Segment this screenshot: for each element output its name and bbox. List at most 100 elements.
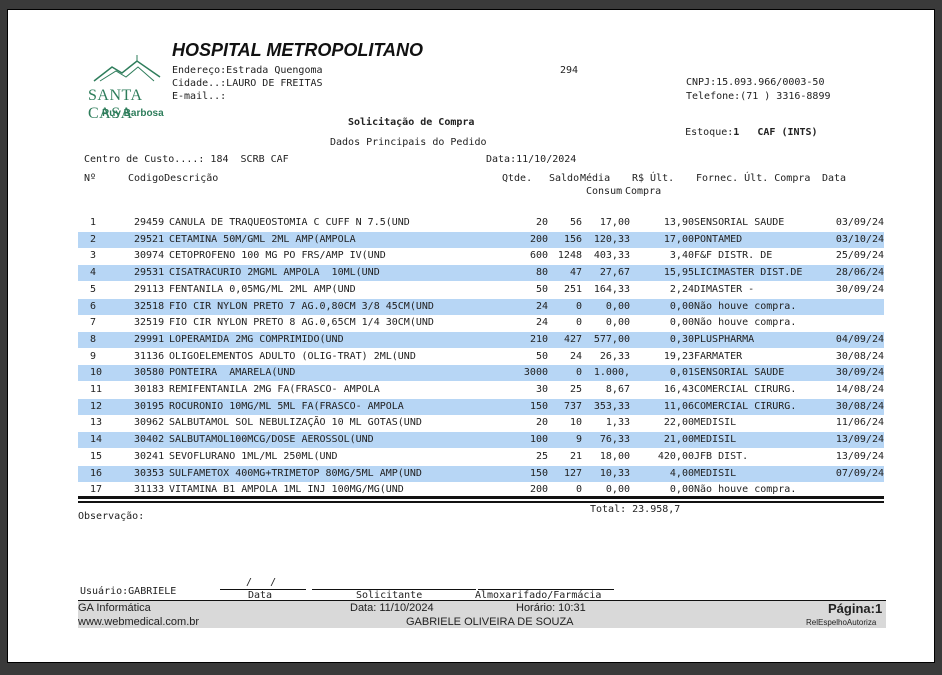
footer-site: www.webmedical.com.br bbox=[78, 616, 200, 628]
row-supplier: MEDISIL bbox=[694, 417, 737, 429]
row-code: 30402 bbox=[134, 434, 165, 446]
mountain-logo-icon bbox=[93, 55, 161, 82]
hospital-logo: SANTA CASA Ruy Barbosa bbox=[88, 55, 168, 135]
table-row: 8 29991 LOPERAMIDA 2MG COMPRIMIDO(UND 210 42… bbox=[78, 331, 884, 348]
row-date: 28/06/24 bbox=[835, 267, 884, 279]
col-date: Data bbox=[822, 173, 847, 184]
row-balance: 1248 bbox=[557, 250, 582, 262]
row-date: 30/08/24 bbox=[835, 400, 884, 412]
row-supplier: PONTAMED bbox=[694, 233, 743, 245]
row-date: 30/09/24 bbox=[835, 367, 884, 379]
row-number: 11 bbox=[90, 384, 103, 395]
row-date: 14/08/24 bbox=[835, 384, 884, 395]
row-description: PONTEIRA AMARELA(UND bbox=[169, 367, 296, 379]
row-code: 30183 bbox=[134, 384, 165, 395]
table-row: 16 30353 SULFAMETOX 400MG+TRIMETOP 80MG/5M… bbox=[78, 465, 884, 482]
row-supplier: SENSORIAL SAUDE bbox=[694, 217, 785, 228]
row-balance: 251 bbox=[563, 283, 582, 295]
row-balance: 0 bbox=[575, 300, 582, 312]
row-code: 30241 bbox=[134, 450, 165, 462]
row-supplier: MEDISIL bbox=[694, 434, 737, 446]
row-code: 31136 bbox=[134, 350, 165, 362]
row-supplier: SENSORIAL SAUDE bbox=[694, 367, 785, 379]
row-last-price: 15,95 bbox=[663, 267, 694, 279]
logo-subtitle: Ruy Barbosa bbox=[102, 108, 164, 119]
row-balance: 9 bbox=[575, 434, 582, 446]
row-date: 13/09/24 bbox=[835, 434, 884, 446]
row-supplier: COMERCIAL CIRURG. bbox=[694, 400, 797, 412]
row-balance: 10 bbox=[569, 417, 582, 429]
row-balance: 21 bbox=[569, 450, 582, 462]
row-number: 2 bbox=[90, 233, 97, 245]
row-supplier: Não houve compra. bbox=[694, 317, 797, 329]
row-code: 30974 bbox=[134, 250, 165, 262]
hospital-name: HOSPITAL METROPOLITANO bbox=[172, 40, 423, 60]
table-row: 10 30580 PONTEIRA AMARELA(UND 3000 0 1.000, 0,… bbox=[78, 365, 884, 382]
row-description: CETAMINA 50M/GML 2ML AMP(AMPOLA bbox=[169, 233, 356, 245]
footer-time: Horário: 10:31 bbox=[516, 602, 586, 614]
row-last-price: 0,30 bbox=[669, 333, 694, 345]
footer-company: GA Informática bbox=[78, 602, 151, 614]
row-avg-consumption: 403,33 bbox=[593, 250, 630, 262]
row-qty: 50 bbox=[535, 283, 548, 295]
row-date: 07/09/24 bbox=[835, 467, 884, 479]
row-qty: 200 bbox=[529, 484, 548, 496]
table-row: 14 30402 SALBUTAMOL100MCG/DOSE AEROSSOL(UN… bbox=[78, 432, 884, 449]
row-number: 9 bbox=[90, 350, 97, 362]
row-description: VITAMINA B1 AMPOLA 1ML INJ 100MG/MG(UND bbox=[169, 484, 404, 496]
row-avg-consumption: 164,33 bbox=[593, 283, 630, 295]
row-last-price: 22,00 bbox=[663, 417, 694, 429]
row-code: 32519 bbox=[134, 317, 165, 329]
row-avg-consumption: 18,00 bbox=[599, 450, 630, 462]
row-qty: 20 bbox=[535, 217, 548, 228]
city: Cidade..:LAURO DE FREITAS bbox=[172, 78, 323, 89]
row-description: SULFAMETOX 400MG+TRIMETOP 80MG/5ML AMP(U… bbox=[169, 467, 422, 479]
row-description: SALBUTAMOL SOL NEBULIZAÇÃO 10 ML GOTAS(U… bbox=[169, 417, 422, 429]
row-date: 03/10/24 bbox=[835, 233, 884, 245]
row-number: 17 bbox=[90, 484, 103, 496]
row-last-price: 4,00 bbox=[669, 467, 694, 479]
row-code: 30580 bbox=[134, 367, 165, 379]
row-supplier: COMERCIAL CIRURG. bbox=[694, 384, 797, 395]
doc-title: Solicitação de Compra bbox=[348, 117, 475, 128]
row-code: 32518 bbox=[134, 300, 165, 312]
row-avg-consumption: 353,33 bbox=[593, 400, 630, 412]
row-code: 29531 bbox=[134, 267, 165, 279]
row-supplier: JFB DIST. bbox=[694, 450, 749, 462]
row-number: 15 bbox=[90, 450, 103, 462]
row-avg-consumption: 26,33 bbox=[599, 350, 630, 362]
row-last-price: 17,00 bbox=[663, 233, 694, 245]
row-qty: 30 bbox=[535, 384, 548, 395]
row-balance: 156 bbox=[563, 233, 582, 245]
table-row: 6 32518 FIO CIR NYLON PRETO 7 AG.0,80CM 3/… bbox=[78, 298, 884, 315]
row-qty: 24 bbox=[535, 300, 548, 312]
row-description: CETOPROFENO 100 MG PO FRS/AMP IV(UND bbox=[169, 250, 386, 262]
stock: Estoque:1 CAF (INTS) bbox=[661, 116, 818, 149]
row-date: 11/06/24 bbox=[835, 417, 884, 429]
table-row: 2 29521 CETAMINA 50M/GML 2ML AMP(AMPOLA 200… bbox=[78, 231, 884, 248]
stock-name: CAF (INTS) bbox=[757, 127, 818, 138]
row-supplier: MEDISIL bbox=[694, 467, 737, 479]
row-code: 29991 bbox=[134, 333, 165, 345]
row-qty: 50 bbox=[535, 350, 548, 362]
cnpj: CNPJ:15.093.966/0003-50 bbox=[686, 77, 825, 88]
row-qty: 100 bbox=[529, 434, 548, 446]
table-row: 12 30195 ROCURONIO 10MG/ML 5ML FA(FRASCO- … bbox=[78, 398, 884, 415]
row-date: 03/09/24 bbox=[835, 217, 884, 228]
row-number: 12 bbox=[90, 400, 103, 412]
row-number: 7 bbox=[90, 317, 97, 329]
row-code: 31133 bbox=[134, 484, 165, 496]
footer-page: Página:1 bbox=[828, 601, 883, 616]
doc-date: Data:11/10/2024 bbox=[486, 154, 577, 165]
row-number: 1 bbox=[90, 217, 97, 228]
footer-user-name: GABRIELE OLIVEIRA DE SOUZA bbox=[406, 616, 574, 628]
row-last-price: 0,00 bbox=[669, 317, 694, 329]
row-balance: 427 bbox=[563, 333, 582, 345]
row-description: ROCURONIO 10MG/ML 5ML FA(FRASCO- AMPOLA bbox=[169, 400, 404, 412]
row-description: CISATRACURIO 2MGML AMPOLA 10ML(UND bbox=[169, 267, 380, 279]
phone: Telefone:(71 ) 3316-8899 bbox=[686, 91, 831, 102]
col-price-2: Compra bbox=[625, 186, 662, 197]
row-supplier: F&F DISTR. DE bbox=[694, 250, 773, 262]
row-avg-consumption: 1,33 bbox=[605, 417, 630, 429]
row-supplier: DIMASTER - bbox=[694, 283, 755, 295]
